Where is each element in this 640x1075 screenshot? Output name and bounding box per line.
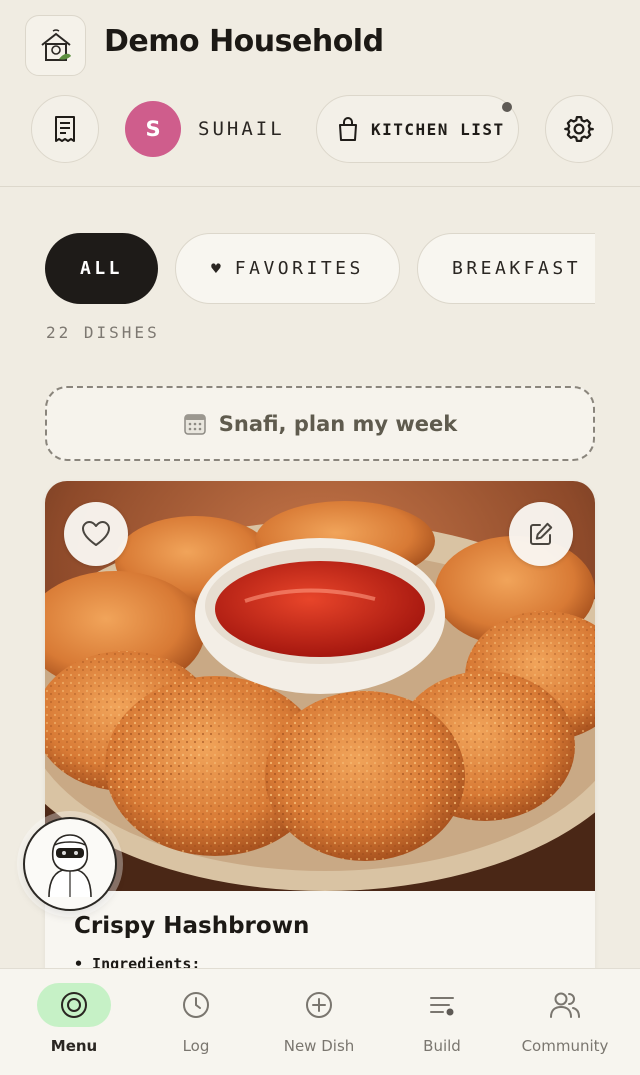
filter-chip-breakfast[interactable]: BREAKFAST — [417, 233, 595, 304]
plus-circle-icon — [306, 992, 332, 1018]
build-lines-icon — [430, 997, 454, 1016]
calendar-icon — [184, 413, 206, 435]
kitchen-list-label: KITCHEN LIST — [371, 119, 505, 139]
plan-week-button[interactable]: Snafi, plan my week — [45, 386, 595, 461]
people-icon — [550, 992, 580, 1018]
nav-icon-wrap — [37, 983, 111, 1027]
clock-icon — [183, 992, 209, 1018]
nav-label-new-dish: New Dish — [283, 1037, 355, 1055]
nav-icon-wrap — [528, 983, 602, 1027]
household-title: Demo Household — [104, 24, 384, 59]
filter-chip-favorites[interactable]: ♥ FAVORITES — [175, 233, 400, 304]
app-header: Demo Household S SUHAIL KITCHEN LIST — [0, 0, 640, 187]
nav-label-build: Build — [423, 1037, 461, 1055]
heart-outline-icon — [82, 521, 110, 546]
shopping-bag-icon — [339, 117, 357, 141]
user-avatar[interactable]: S — [125, 101, 181, 157]
filter-chip-all[interactable]: ALL — [45, 233, 158, 304]
user-name[interactable]: SUHAIL — [198, 118, 285, 140]
nav-label-menu: Menu — [50, 1037, 98, 1055]
nav-item-build[interactable]: Build — [378, 969, 506, 1075]
robot-assistant-icon — [48, 834, 92, 898]
nav-icon-wrap — [405, 983, 479, 1027]
nav-label-community: Community — [521, 1037, 609, 1055]
household-logo[interactable] — [25, 15, 86, 76]
favorite-button[interactable] — [64, 502, 128, 566]
dish-title: Crispy Hashbrown — [74, 913, 310, 939]
notification-dot — [502, 102, 512, 112]
nav-item-log[interactable]: Log — [132, 969, 260, 1075]
nav-item-new-dish[interactable]: New Dish — [255, 969, 383, 1075]
kitchen-list-button[interactable]: KITCHEN LIST — [316, 95, 519, 163]
menu-target-icon — [61, 992, 87, 1018]
bottom-navigation: Menu Log New Dish Build Community — [0, 968, 640, 1075]
nav-icon-wrap — [159, 983, 233, 1027]
heart-icon: ♥ — [211, 259, 221, 278]
assistant-button[interactable] — [23, 817, 117, 911]
settings-button[interactable] — [545, 95, 613, 163]
house-leaf-logo-icon — [40, 28, 71, 61]
filter-chip-favorites-label: FAVORITES — [234, 258, 364, 279]
filter-chips: ALL ♥ FAVORITES BREAKFAST — [45, 233, 595, 305]
receipt-button[interactable] — [31, 95, 99, 163]
nav-item-community[interactable]: Community — [501, 969, 629, 1075]
edit-dish-button[interactable] — [509, 502, 573, 566]
dish-count: 22 DISHES — [46, 323, 160, 342]
gear-icon — [564, 116, 594, 142]
nav-label-log: Log — [182, 1037, 210, 1055]
nav-item-menu[interactable]: Menu — [10, 969, 138, 1075]
edit-icon — [530, 522, 553, 545]
receipt-icon — [55, 116, 75, 142]
plan-week-label: Snafi, plan my week — [218, 411, 458, 436]
nav-icon-wrap — [282, 983, 356, 1027]
